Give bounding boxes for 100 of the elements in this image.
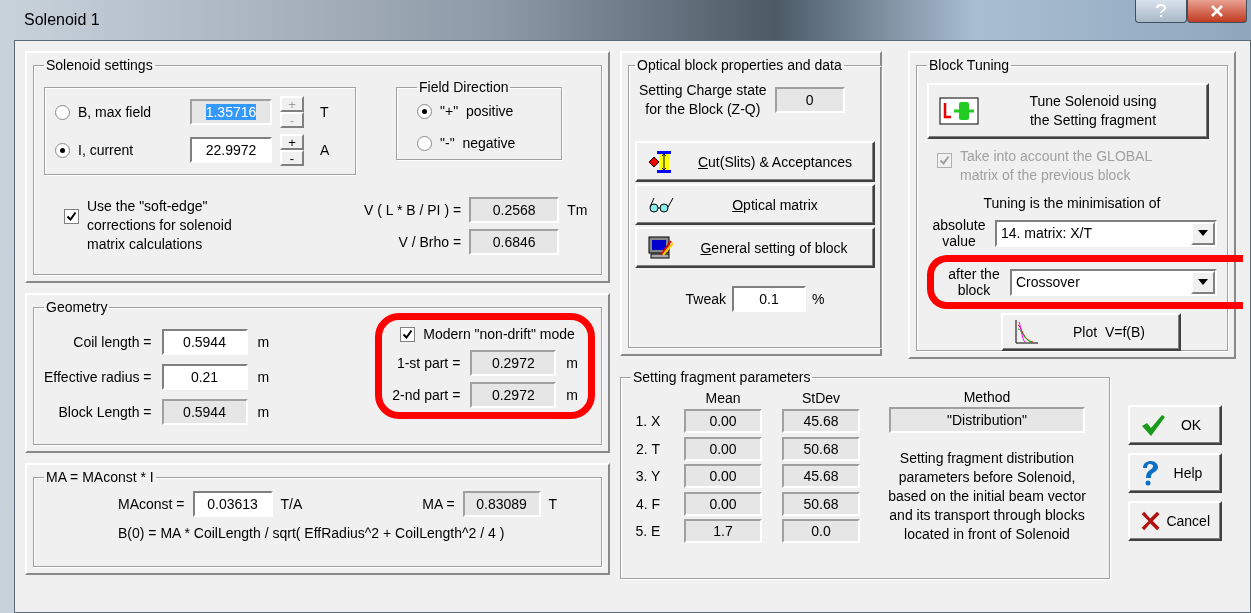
checkbox-label: Take into account the GLOBAL matrix of the previous block: [960, 147, 1153, 185]
description-text: Tuning is the minimisation of: [983, 195, 1161, 211]
value-field: 0.2972: [470, 350, 557, 376]
question-mark-icon: [1140, 460, 1160, 486]
radio-label: B, max field: [78, 104, 153, 120]
field-label: Effective radius =: [44, 369, 152, 385]
radio-label: I, current: [78, 142, 135, 158]
value-field: 0.6846: [469, 229, 560, 255]
increment-button[interactable]: +: [280, 134, 304, 150]
checkbox-label: Use the "soft-edge" corrections for solenoid matrix calculations: [87, 197, 232, 254]
value-field[interactable]: 0.21: [161, 364, 248, 390]
value-field: 0.0: [782, 519, 860, 544]
checkbox-label: Modern "non-drift" mode: [423, 326, 575, 342]
group-title: Setting fragment parameters: [632, 369, 812, 385]
checkbox[interactable]: [400, 326, 416, 342]
unit-label: m: [257, 404, 270, 420]
row-label: 2. T: [636, 440, 660, 457]
checkbox[interactable]: [64, 209, 79, 224]
value-field: 50.68: [782, 491, 860, 516]
unit-label: T/A: [280, 496, 303, 512]
field-label: MAconst =: [118, 496, 185, 512]
radio-button[interactable]: [417, 103, 432, 119]
unit-label: m: [566, 387, 578, 403]
close-button[interactable]: [1187, 0, 1247, 23]
unit-label: m: [257, 334, 270, 350]
readout-label: V ( L * B / PI ) =: [364, 202, 462, 218]
readout-label: V / Brho =: [397, 234, 462, 250]
value-field: 0.00: [684, 436, 762, 461]
dialog-button[interactable]: Help: [1128, 453, 1222, 493]
action-button[interactable]: Cut(Slits) & Acceptances: [635, 141, 875, 182]
row-label: 3. Y: [635, 468, 661, 485]
caret-icon: [1198, 230, 1208, 236]
dialog-button[interactable]: Cancel: [1128, 501, 1222, 541]
radio-button[interactable]: [55, 104, 70, 120]
close-icon: [1210, 5, 1224, 17]
group-title: Field Direction: [418, 79, 510, 95]
field-label: 1-st part =: [395, 355, 461, 371]
field-label: after the block: [947, 266, 1001, 298]
cross-icon: [1140, 509, 1161, 533]
caret-icon: [1198, 279, 1208, 285]
radio-label: "-" negative: [440, 135, 516, 151]
column-header: StDev: [801, 389, 841, 406]
field-label: Setting Charge state for the Block (Z-Q): [639, 81, 767, 119]
field-label: Coil length =: [72, 334, 152, 350]
unit-label: T: [320, 104, 329, 120]
field-label: MA =: [422, 496, 455, 512]
value-field: 0.83089: [462, 491, 541, 517]
value-field[interactable]: 0.5944: [161, 329, 248, 355]
group-title: Solenoid settings: [45, 57, 154, 73]
decrement-button[interactable]: -: [280, 150, 304, 166]
plot-button[interactable]: Plot V=f(B): [1001, 313, 1181, 351]
action-button[interactable]: Optical matrix: [635, 184, 875, 225]
column-header: Method: [963, 389, 1011, 405]
formula-text: B(0) = MA * CoilLength / sqrt( EffRadius^2 + CoilLength^2 / 4 ): [118, 525, 505, 541]
help-icon: [1156, 4, 1166, 18]
value-field: 0.00: [684, 491, 762, 516]
radio-label: "+" positive: [440, 103, 514, 119]
dropdown[interactable]: 14. matrix: X/T: [995, 219, 1217, 247]
value-field[interactable]: 22.9972: [190, 137, 272, 163]
unit-label: m: [566, 355, 578, 371]
value-field: 50.68: [782, 436, 860, 461]
field-label: 2-nd part =: [392, 387, 461, 403]
action-button[interactable]: General setting of block: [635, 227, 875, 268]
group-title: Geometry: [45, 299, 109, 315]
value-field: 0.2972: [470, 382, 557, 408]
field-label: Block Length =: [57, 404, 152, 420]
window-title: Solenoid 1: [24, 11, 100, 29]
column-header: Mean: [705, 389, 741, 406]
unit-label: T: [548, 496, 558, 512]
value-field: 0.2568: [469, 197, 560, 223]
radio-button[interactable]: [55, 142, 70, 158]
value-field: 1.7: [684, 519, 762, 544]
value-field: 0.00: [684, 464, 762, 489]
field-label: Tweak: [685, 291, 726, 307]
dropdown[interactable]: Crossover: [1010, 268, 1217, 296]
chart-icon: [1013, 319, 1039, 345]
row-label: 5. E: [635, 523, 661, 540]
tune-button[interactable]: Tune Solenoid using the Setting fragment: [927, 83, 1209, 139]
value-field: 0: [774, 87, 845, 113]
value-field[interactable]: 0.1: [732, 286, 806, 312]
field-label: absolute value: [931, 217, 987, 249]
solenoid-icon: [939, 97, 979, 125]
computer-icon: [647, 234, 675, 261]
description-text: Setting fragment distribution parameters before Solenoid, based on the initial beam vector and its transport through blocks located in front of Solenoid: [888, 449, 1086, 544]
value-field: 45.68: [782, 409, 860, 434]
help-button[interactable]: [1135, 0, 1187, 23]
value-field: 0.5944: [161, 399, 248, 425]
value-field: "Distribution": [889, 407, 1085, 433]
row-label: 4. F: [635, 495, 661, 512]
radio-button[interactable]: [417, 135, 432, 151]
dialog-button[interactable]: OK: [1128, 405, 1222, 445]
group-title: Block Tuning: [928, 57, 1011, 73]
checkmark-icon: [1140, 413, 1166, 437]
group-title: MA = MAconst * I: [45, 469, 155, 485]
value-field[interactable]: 0.03613: [192, 491, 273, 517]
unit-label: %: [812, 291, 825, 307]
group-title: Optical block properties and data: [636, 57, 843, 73]
unit-label: Tm: [567, 202, 588, 218]
value-field: 0.00: [684, 409, 762, 434]
row-label: 1. X: [635, 413, 661, 430]
